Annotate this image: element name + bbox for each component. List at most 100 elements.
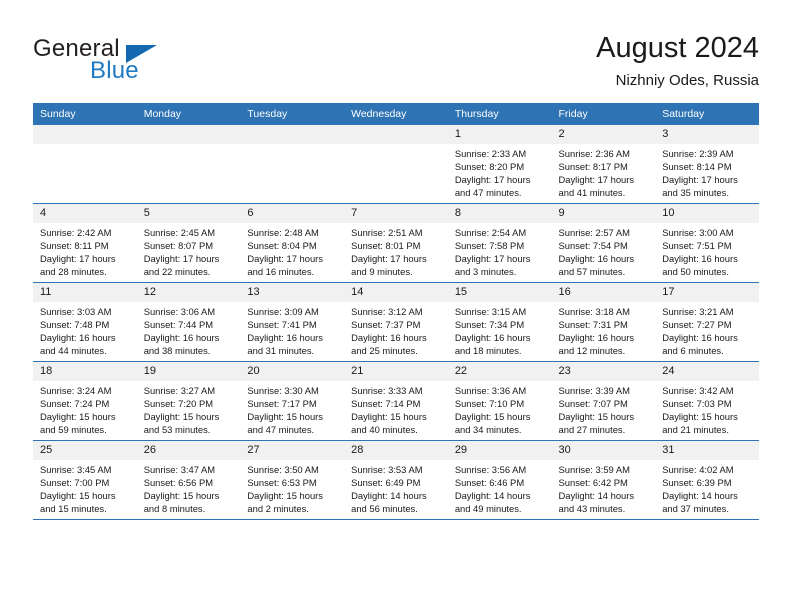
sunrise-text: Sunrise: 3:27 AM — [143, 385, 216, 396]
day-number: 4 — [33, 204, 137, 223]
sunrise-text: Sunrise: 3:12 AM — [351, 306, 423, 317]
sunset-text: Sunset: 8:11 PM — [40, 240, 109, 252]
day-sun-info: Sunrise: 2:45 AM Sunset: 8:07 PM Daylight:… — [137, 223, 241, 278]
sunrise-text: Sunrise: 3:36 AM — [454, 385, 527, 396]
calendar-day-cell[interactable]: 5 Sunrise: 2:45 AM Sunset: 8:07 PM Daylight… — [136, 203, 241, 283]
day-sun-info: Sunrise: 3:09 AM Sunset: 7:41 PM Daylight:… — [240, 302, 344, 357]
daylight-text-line2: and 25 minutes. — [351, 345, 418, 357]
calendar-day-cell[interactable]: 11 Sunrise: 3:03 AM Sunset: 7:48 PM Dayligh… — [33, 282, 137, 362]
day-cell-inner: 6 Sunrise: 2:48 AM Sunset: 8:04 PM Daylight… — [240, 204, 345, 282]
calendar-day-cell[interactable]: 10 Sunrise: 3:00 AM Sunset: 7:51 PM Dayligh… — [655, 203, 759, 283]
daylight-text-line2: and 9 minutes. — [351, 266, 413, 278]
sunset-text: Sunset: 7:10 PM — [454, 398, 525, 410]
daylight-text-line1: Daylight: 17 hours — [247, 253, 323, 265]
sunrise-text: Sunrise: 3:50 AM — [247, 464, 319, 475]
daylight-text-line1: Daylight: 17 hours — [662, 174, 738, 186]
calendar-day-cell[interactable]: 3 Sunrise: 2:39 AM Sunset: 8:14 PM Daylight… — [655, 125, 759, 204]
brand-logo[interactable]: General Blue — [33, 36, 253, 94]
daylight-text-line2: and 47 minutes. — [454, 187, 522, 199]
weekday-header-thursday: Thursday — [447, 103, 552, 125]
sunset-text: Sunset: 7:54 PM — [558, 240, 628, 252]
calendar-day-cell[interactable]: 8 Sunrise: 2:54 AM Sunset: 7:58 PM Daylight… — [447, 203, 552, 283]
day-cell-inner: 31 Sunrise: 4:02 AM Sunset: 6:39 PM Dayligh… — [655, 441, 759, 519]
calendar-day-cell[interactable]: 24 Sunrise: 3:42 AM Sunset: 7:03 PM Dayligh… — [655, 361, 759, 441]
daylight-text-line1: Daylight: 14 hours — [558, 490, 635, 502]
daylight-text-line1: Daylight: 15 hours — [247, 411, 323, 423]
day-sun-info: Sunrise: 2:36 AM Sunset: 8:17 PM Daylight:… — [552, 144, 656, 199]
day-sun-info: Sunrise: 3:42 AM Sunset: 7:03 PM Daylight:… — [655, 381, 759, 436]
calendar-day-cell[interactable]: 23 Sunrise: 3:39 AM Sunset: 7:07 PM Dayligh… — [551, 361, 656, 441]
calendar-day-cell[interactable]: 19 Sunrise: 3:27 AM Sunset: 7:20 PM Dayligh… — [136, 361, 241, 441]
calendar-day-cell[interactable]: 4 Sunrise: 2:42 AM Sunset: 8:11 PM Daylight… — [33, 203, 137, 283]
calendar-day-cell[interactable]: 13 Sunrise: 3:09 AM Sunset: 7:41 PM Dayligh… — [240, 282, 345, 362]
calendar-day-cell[interactable]: 30 Sunrise: 3:59 AM Sunset: 6:42 PM Dayligh… — [551, 440, 656, 520]
sunset-text: Sunset: 7:31 PM — [558, 319, 628, 331]
calendar-day-cell[interactable]: 14 Sunrise: 3:12 AM Sunset: 7:37 PM Dayligh… — [344, 282, 448, 362]
sunset-text: Sunset: 7:14 PM — [351, 398, 421, 410]
calendar-day-cell[interactable]: 25 Sunrise: 3:45 AM Sunset: 7:00 PM Dayligh… — [33, 440, 137, 520]
day-cell-inner: 8 Sunrise: 2:54 AM Sunset: 7:58 PM Daylight… — [447, 204, 552, 282]
daylight-text-line1: Daylight: 17 hours — [351, 253, 427, 265]
calendar-day-cell[interactable]: 26 Sunrise: 3:47 AM Sunset: 6:56 PM Dayligh… — [136, 440, 241, 520]
sunrise-text: Sunrise: 2:45 AM — [143, 227, 216, 238]
sunrise-text: Sunrise: 3:33 AM — [351, 385, 423, 396]
calendar-day-cell[interactable]: 7 Sunrise: 2:51 AM Sunset: 8:01 PM Daylight… — [344, 203, 448, 283]
daylight-text-line1: Daylight: 17 hours — [454, 253, 531, 265]
day-cell-inner: 9 Sunrise: 2:57 AM Sunset: 7:54 PM Daylight… — [551, 204, 656, 282]
sunrise-text: Sunrise: 2:48 AM — [247, 227, 319, 238]
sunrise-text: Sunrise: 3:30 AM — [247, 385, 319, 396]
daylight-text-line2: and 16 minutes. — [247, 266, 315, 278]
day-number: 10 — [655, 204, 759, 223]
daylight-text-line2: and 18 minutes. — [454, 345, 522, 357]
calendar-day-cell[interactable]: 15 Sunrise: 3:15 AM Sunset: 7:34 PM Dayligh… — [447, 282, 552, 362]
day-number — [344, 125, 448, 144]
calendar-day-cell[interactable]: 22 Sunrise: 3:36 AM Sunset: 7:10 PM Dayligh… — [447, 361, 552, 441]
calendar-day-cell[interactable]: 9 Sunrise: 2:57 AM Sunset: 7:54 PM Daylight… — [551, 203, 656, 283]
calendar-day-cell[interactable]: 21 Sunrise: 3:33 AM Sunset: 7:14 PM Dayligh… — [344, 361, 448, 441]
calendar-day-cell[interactable]: 12 Sunrise: 3:06 AM Sunset: 7:44 PM Dayligh… — [136, 282, 241, 362]
calendar-day-cell[interactable]: 18 Sunrise: 3:24 AM Sunset: 7:24 PM Dayligh… — [33, 361, 137, 441]
calendar-day-cell[interactable]: 16 Sunrise: 3:18 AM Sunset: 7:31 PM Dayligh… — [551, 282, 656, 362]
day-sun-info: Sunrise: 3:30 AM Sunset: 7:17 PM Daylight:… — [240, 381, 344, 436]
daylight-text-line1: Daylight: 16 hours — [558, 253, 635, 265]
day-cell-inner: 2 Sunrise: 2:36 AM Sunset: 8:17 PM Daylight… — [551, 125, 656, 203]
calendar-day-cell-empty — [240, 125, 345, 204]
sunset-text: Sunset: 7:20 PM — [143, 398, 214, 410]
page-subtitle: Nizhniy Odes, Russia — [615, 72, 759, 89]
daylight-text-line1: Daylight: 14 hours — [454, 490, 531, 502]
daylight-text-line2: and 41 minutes. — [558, 187, 626, 199]
calendar-week-row: 11 Sunrise: 3:03 AM Sunset: 7:48 PM Dayligh… — [33, 282, 759, 362]
day-cell-inner: 14 Sunrise: 3:12 AM Sunset: 7:37 PM Dayligh… — [344, 283, 448, 361]
day-cell-inner: 13 Sunrise: 3:09 AM Sunset: 7:41 PM Dayligh… — [240, 283, 345, 361]
calendar-day-cell[interactable]: 27 Sunrise: 3:50 AM Sunset: 6:53 PM Dayligh… — [240, 440, 345, 520]
calendar-day-cell[interactable]: 28 Sunrise: 3:53 AM Sunset: 6:49 PM Dayligh… — [344, 440, 448, 520]
daylight-text-line1: Daylight: 15 hours — [351, 411, 427, 423]
sunrise-text: Sunrise: 4:02 AM — [662, 464, 734, 475]
day-cell-inner: 10 Sunrise: 3:00 AM Sunset: 7:51 PM Dayligh… — [655, 204, 759, 282]
sunset-text: Sunset: 7:37 PM — [351, 319, 421, 331]
daylight-text-line2: and 44 minutes. — [40, 345, 107, 357]
sunset-text: Sunset: 7:17 PM — [247, 398, 317, 410]
calendar-day-cell[interactable]: 1 Sunrise: 2:33 AM Sunset: 8:20 PM Daylight… — [447, 125, 552, 204]
calendar-day-cell[interactable]: 29 Sunrise: 3:56 AM Sunset: 6:46 PM Dayligh… — [447, 440, 552, 520]
calendar-day-cell[interactable]: 6 Sunrise: 2:48 AM Sunset: 8:04 PM Daylight… — [240, 203, 345, 283]
page-header: General Blue August 2024 Nizhniy Odes, R… — [33, 30, 759, 96]
sunrise-text: Sunrise: 2:36 AM — [558, 148, 630, 159]
sunrise-text: Sunrise: 3:47 AM — [143, 464, 216, 475]
day-cell-inner: 26 Sunrise: 3:47 AM Sunset: 6:56 PM Dayligh… — [136, 441, 241, 519]
calendar-day-cell[interactable]: 17 Sunrise: 3:21 AM Sunset: 7:27 PM Dayligh… — [655, 282, 759, 362]
day-cell-inner: 19 Sunrise: 3:27 AM Sunset: 7:20 PM Dayligh… — [136, 362, 241, 440]
day-cell-inner — [33, 125, 137, 203]
calendar-day-cell[interactable]: 2 Sunrise: 2:36 AM Sunset: 8:17 PM Daylight… — [551, 125, 656, 204]
sunrise-text: Sunrise: 3:53 AM — [351, 464, 423, 475]
day-cell-inner: 7 Sunrise: 2:51 AM Sunset: 8:01 PM Daylight… — [344, 204, 448, 282]
daylight-text-line1: Daylight: 17 hours — [143, 253, 220, 265]
calendar-day-cell[interactable]: 20 Sunrise: 3:30 AM Sunset: 7:17 PM Dayligh… — [240, 361, 345, 441]
day-number: 9 — [551, 204, 656, 223]
sunrise-text: Sunrise: 3:59 AM — [558, 464, 630, 475]
calendar-table: Sunday Monday Tuesday Wednesday Thursday Frid… — [33, 103, 759, 520]
daylight-text-line2: and 43 minutes. — [558, 503, 626, 515]
calendar-day-cell[interactable]: 31 Sunrise: 4:02 AM Sunset: 6:39 PM Dayligh… — [655, 440, 759, 520]
daylight-text-line2: and 3 minutes. — [454, 266, 517, 278]
day-cell-inner: 1 Sunrise: 2:33 AM Sunset: 8:20 PM Daylight… — [447, 125, 552, 203]
